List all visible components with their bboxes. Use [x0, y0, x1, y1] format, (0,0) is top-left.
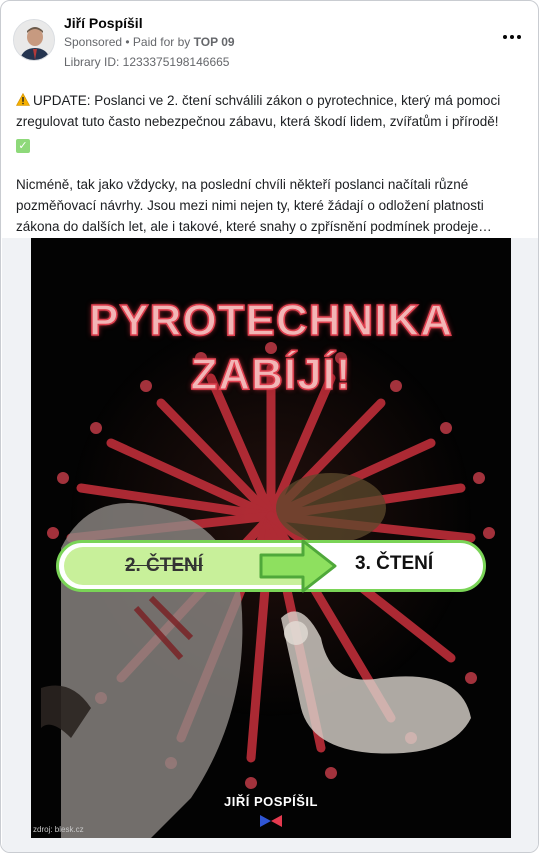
sponsored-label: Sponsored: [64, 35, 123, 49]
post-body: UPDATE: Poslanci ve 2. čtení schválili z…: [16, 90, 528, 258]
media-frame[interactable]: PYROTECHNIKA ZABÍJÍ! 2. ČTENÍ 3. ČTENÍ J…: [2, 238, 538, 852]
warning-icon: [16, 93, 30, 106]
post-paragraph-2: Nicméně, tak jako vždycky, na poslední c…: [16, 177, 492, 234]
right-arrow-icon: [259, 539, 337, 593]
avatar[interactable]: [13, 19, 55, 61]
post-paragraph-1-text: UPDATE: Poslanci ve 2. čtení schválili z…: [16, 93, 501, 129]
meta-separator: •: [122, 35, 133, 49]
brand-name: JIŘÍ POSPÍŠIL: [224, 794, 318, 809]
paid-for-by[interactable]: TOP 09: [194, 35, 235, 49]
more-options-icon[interactable]: [500, 29, 524, 45]
party-logo-icon: [260, 815, 282, 827]
library-id: Library ID: 1233375198146665: [64, 55, 230, 69]
check-mark-icon: ✓: [16, 139, 30, 153]
ad-creative-image[interactable]: PYROTECHNIKA ZABÍJÍ! 2. ČTENÍ 3. ČTENÍ J…: [31, 238, 511, 838]
headline-line-2: ZABÍJÍ!: [190, 349, 352, 400]
headline-line-1: PYROTECHNIKA: [88, 295, 454, 346]
sponsored-line: Sponsored • Paid for by TOP 09: [64, 35, 235, 49]
paid-for-prefix: Paid for by: [132, 35, 194, 49]
step-from-label: 2. ČTENÍ: [124, 555, 204, 576]
post-paragraph-1: UPDATE: Poslanci ve 2. čtení schválili z…: [16, 90, 528, 153]
ad-card: Jiří Pospíšil Sponsored • Paid for by TO…: [0, 0, 539, 853]
author-name[interactable]: Jiří Pospíšil: [64, 15, 143, 31]
reading-progress-pill: 2. ČTENÍ 3. ČTENÍ: [56, 539, 486, 593]
post-header: Jiří Pospíšil Sponsored • Paid for by TO…: [13, 11, 526, 71]
step-to-label: 3. ČTENÍ: [355, 553, 434, 574]
image-source-credit: zdroj: blesk.cz: [33, 825, 84, 834]
